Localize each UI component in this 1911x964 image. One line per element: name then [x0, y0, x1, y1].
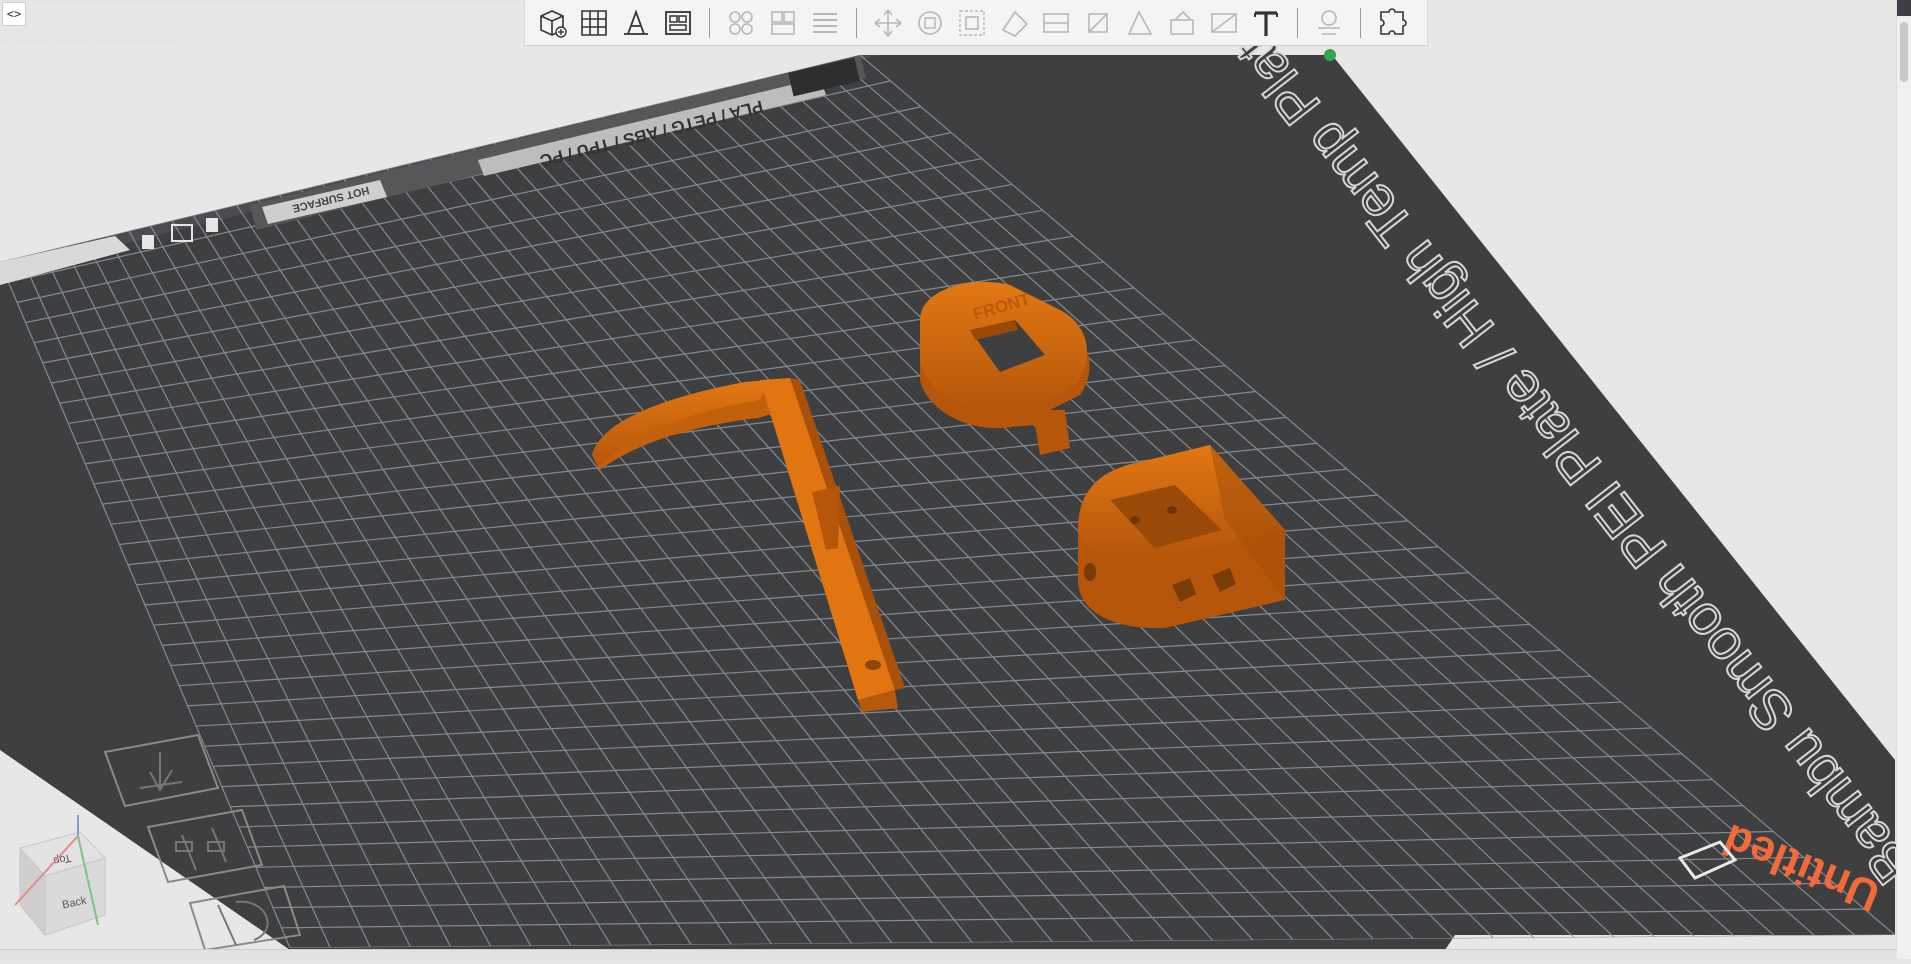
variable-layer-height-icon [813, 12, 837, 33]
auto-orient-icon [624, 8, 648, 35]
rotate-button[interactable] [911, 4, 949, 42]
puzzle-icon [1380, 7, 1407, 35]
assembly-icon [1318, 9, 1340, 35]
arrange-button[interactable] [659, 4, 697, 42]
arrange-icon [665, 10, 691, 35]
add-plate-icon [581, 9, 607, 36]
move-icon [874, 9, 902, 36]
split-objects-button[interactable] [722, 4, 760, 42]
cut-icon [1043, 12, 1069, 33]
add-cube-button[interactable] [533, 4, 571, 42]
split-objects-icon [729, 10, 753, 35]
support-paint-button[interactable] [1079, 4, 1117, 42]
assembly-button[interactable] [1310, 4, 1348, 42]
move-button[interactable] [869, 4, 907, 42]
text-button[interactable] [1247, 4, 1285, 42]
main-toolbar [524, 0, 1428, 46]
vertical-scrollbar[interactable] [1896, 0, 1911, 959]
support-paint-icon [1088, 12, 1108, 33]
variable-layer-height-button[interactable] [806, 4, 844, 42]
scrollbar-thumb[interactable] [1900, 22, 1908, 82]
color-paint-button[interactable] [1163, 4, 1201, 42]
lay-on-face-button[interactable] [995, 4, 1033, 42]
puzzle-button[interactable] [1373, 4, 1411, 42]
lay-on-face-icon [1001, 10, 1029, 37]
color-paint-icon [1170, 10, 1194, 35]
add-plate-button[interactable] [575, 4, 613, 42]
measure-button[interactable] [1205, 4, 1243, 42]
rotate-icon [918, 10, 942, 35]
add-cube-icon [540, 9, 567, 38]
status-bar [0, 949, 1897, 959]
scrollbar-top-cap [1897, 0, 1911, 16]
text-icon [1254, 10, 1278, 36]
measure-icon [1211, 12, 1237, 33]
toolbar-separator [1297, 7, 1298, 38]
3d-viewport[interactable]: PLA / PETG / ABS / TPU / PC HOT SURFACE … [0, 0, 1911, 959]
split-parts-icon [771, 10, 795, 35]
seam-paint-icon [1127, 9, 1153, 35]
origin-marker [1324, 49, 1336, 61]
auto-orient-button[interactable] [617, 4, 655, 42]
scale-icon [959, 9, 985, 36]
split-parts-button[interactable] [764, 4, 802, 42]
scale-button[interactable] [953, 4, 991, 42]
toolbar-separator [1360, 7, 1361, 38]
toolbar-separator [856, 7, 857, 38]
seam-paint-button[interactable] [1121, 4, 1159, 42]
collapse-sidebar-button[interactable]: <> [2, 2, 26, 26]
cut-button[interactable] [1037, 4, 1075, 42]
toolbar-separator [709, 7, 710, 38]
